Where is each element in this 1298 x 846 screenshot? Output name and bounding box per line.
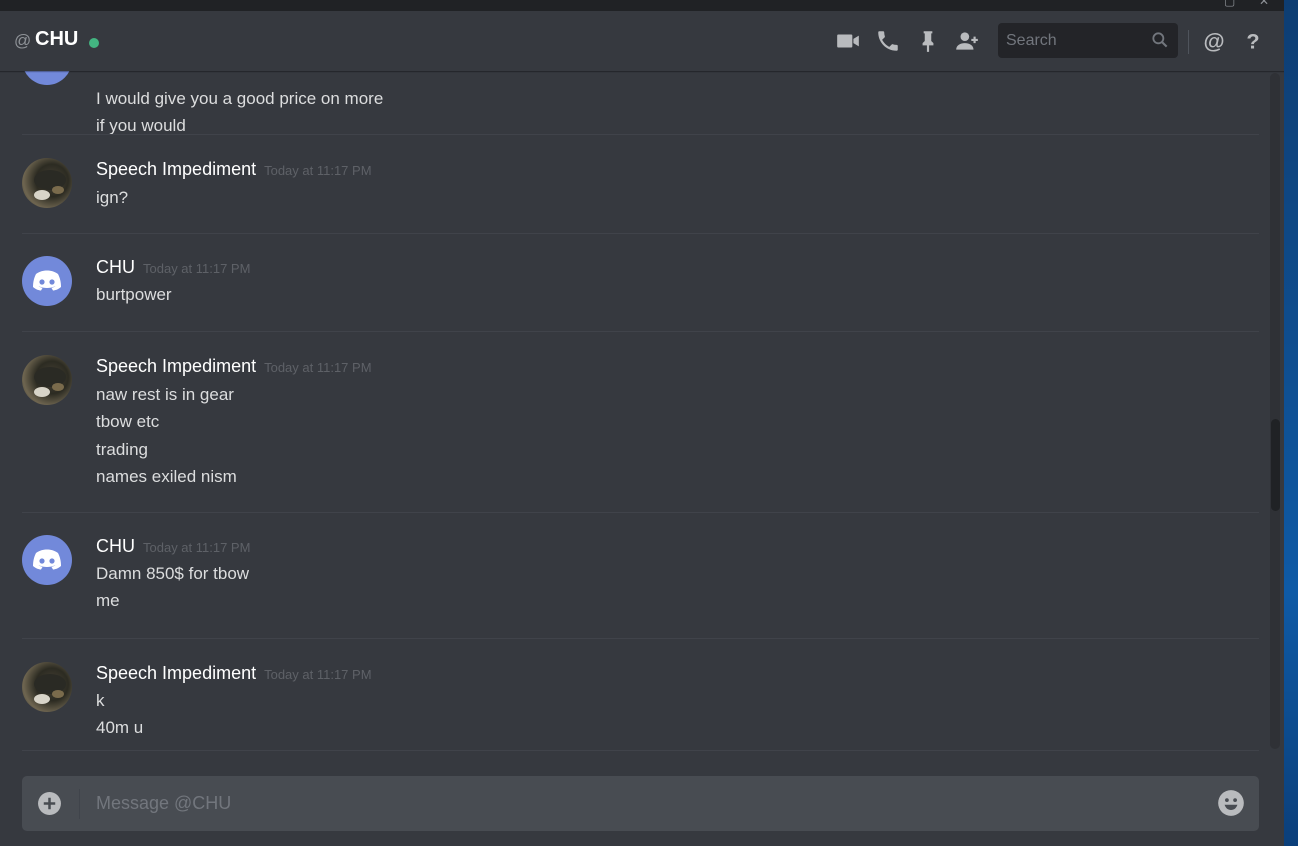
message-divider (22, 750, 1259, 751)
message-divider (22, 233, 1259, 234)
message-text: Damn 850$ for tbow (96, 564, 250, 583)
message-text: I would give you a good price on more (96, 89, 384, 108)
message-text: names exiled nism (96, 467, 237, 486)
message-author[interactable]: CHU Today at 11:17 PM (96, 257, 250, 278)
message-divider (22, 512, 1259, 513)
maximize-icon[interactable]: ▢ (1224, 0, 1235, 8)
video-call-icon[interactable] (835, 28, 861, 54)
message-text: 40m u (96, 718, 144, 737)
composer-divider (79, 789, 80, 819)
channel-header: @ CHU Search @ ? (0, 11, 1284, 71)
message-timestamp: Today at 11:17 PM (264, 360, 372, 375)
search-input[interactable]: Search (998, 23, 1178, 58)
message-timestamp: Today at 11:17 PM (143, 540, 251, 555)
message-author[interactable]: CHU Today at 11:17 PM (96, 536, 250, 557)
author-name[interactable]: CHU (96, 257, 135, 277)
message-timestamp: Today at 11:17 PM (143, 261, 251, 276)
avatar[interactable] (22, 256, 72, 306)
desktop-background (1284, 0, 1298, 846)
avatar[interactable] (22, 158, 72, 208)
author-name[interactable]: Speech Impediment (96, 159, 256, 179)
message-list: I would give you a good price on more if… (0, 71, 1270, 761)
message-text: if you would (96, 116, 186, 135)
search-icon (1152, 32, 1168, 48)
avatar[interactable] (22, 662, 72, 712)
message-text: burtpower (96, 285, 172, 304)
message-divider (22, 638, 1259, 639)
message-composer[interactable]: Message @CHU (22, 776, 1259, 831)
message-author[interactable]: Speech Impediment Today at 11:17 PM (96, 159, 372, 180)
message-input[interactable]: Message @CHU (96, 793, 231, 814)
pin-icon[interactable] (915, 28, 941, 54)
mention-icon[interactable]: @ (1201, 28, 1227, 54)
search-placeholder: Search (1006, 32, 1057, 49)
message-timestamp: Today at 11:17 PM (264, 163, 372, 178)
message-author[interactable]: Speech Impediment Today at 11:17 PM (96, 356, 372, 377)
avatar[interactable] (22, 71, 72, 85)
message-text: trading (96, 440, 148, 459)
author-name[interactable]: CHU (96, 536, 135, 556)
svg-text:?: ? (1246, 29, 1259, 54)
close-icon[interactable]: ✕ (1259, 0, 1269, 8)
upload-plus-icon[interactable] (37, 791, 62, 816)
avatar[interactable] (22, 535, 72, 585)
avatar[interactable] (22, 355, 72, 405)
message-text: k (96, 691, 105, 710)
author-name[interactable]: Speech Impediment (96, 356, 256, 376)
help-icon[interactable]: ? (1240, 28, 1266, 54)
add-friend-icon[interactable] (954, 28, 980, 54)
online-status-indicator (89, 38, 99, 48)
message-timestamp: Today at 11:17 PM (264, 667, 372, 682)
header-divider (1188, 30, 1189, 54)
svg-text:@: @ (1203, 29, 1224, 54)
voice-call-icon[interactable] (875, 28, 901, 54)
at-symbol-icon: @ (14, 31, 32, 50)
channel-name: CHU (35, 28, 79, 50)
emoji-picker-icon[interactable] (1217, 789, 1245, 817)
dm-window: @ CHU Search @ ? I would give you a good… (0, 11, 1284, 846)
message-text: me (96, 591, 120, 610)
message-author[interactable]: Speech Impediment Today at 11:17 PM (96, 663, 372, 684)
message-text: naw rest is in gear (96, 385, 234, 404)
author-name[interactable]: Speech Impediment (96, 663, 256, 683)
message-divider (22, 331, 1259, 332)
scrollbar-track[interactable] (1270, 73, 1280, 749)
message-divider (22, 134, 1259, 135)
scrollbar-thumb[interactable] (1271, 419, 1280, 511)
message-text: tbow etc (96, 412, 160, 431)
message-text: ign? (96, 188, 129, 207)
window-titlebar: ▢ ✕ (0, 0, 1284, 11)
